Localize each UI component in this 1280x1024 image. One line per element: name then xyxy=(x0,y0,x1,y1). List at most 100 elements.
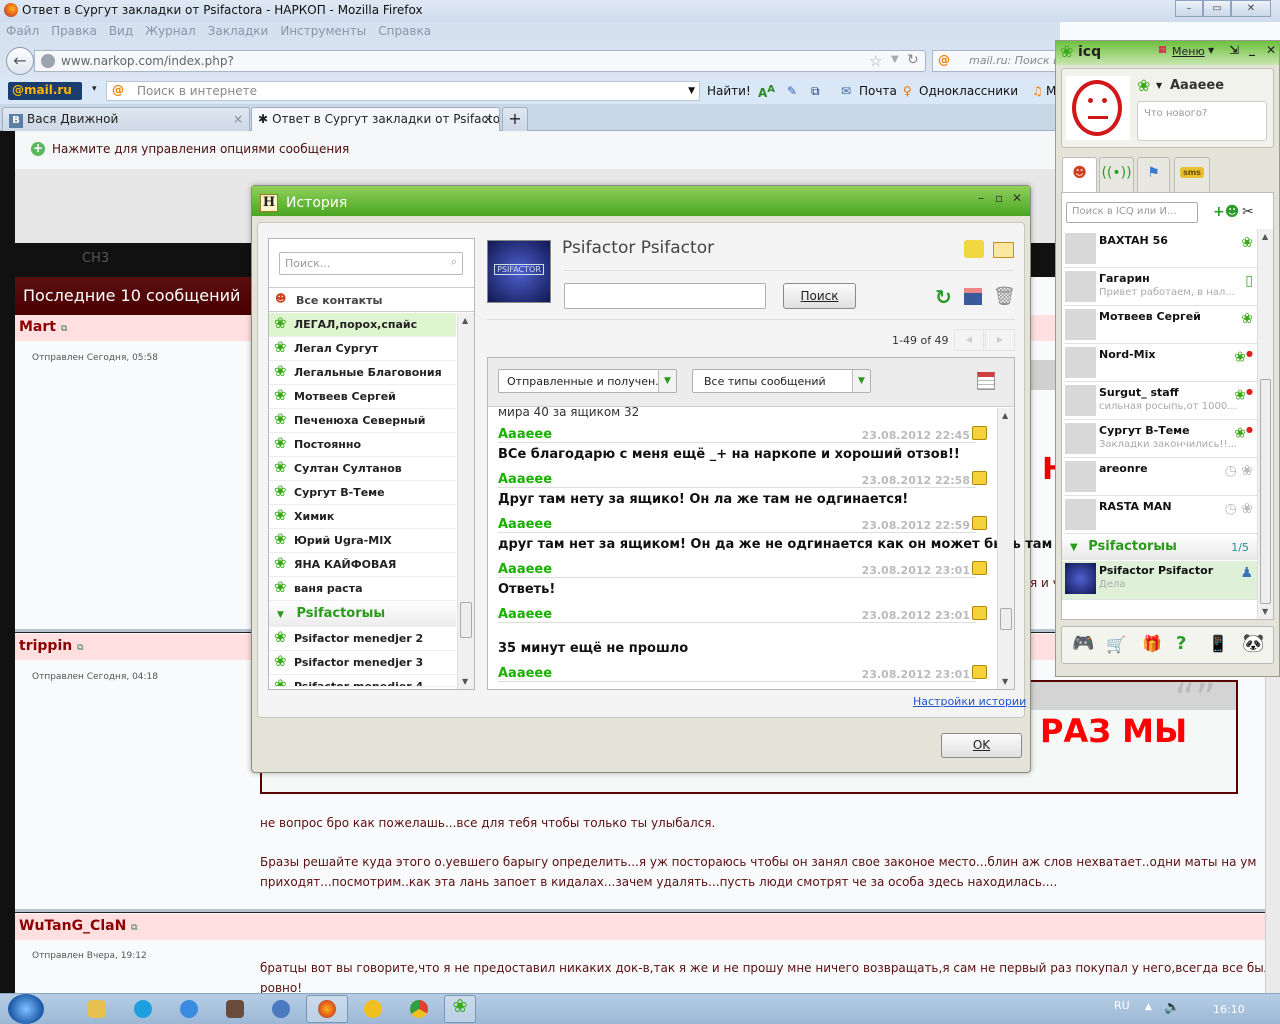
tools-icon[interactable]: ✂ xyxy=(1242,204,1254,220)
icq-group-header[interactable]: ▼ Psifactorыы 1/5 xyxy=(1062,535,1257,560)
odnoklassniki-link[interactable]: Одноклассники xyxy=(919,84,1018,98)
icq-contact-item[interactable]: areonre ◷ ❀ xyxy=(1064,459,1257,496)
game-icon[interactable] xyxy=(226,1000,244,1018)
bookmark-star-icon[interactable]: ☆ xyxy=(869,52,882,70)
dialog-close-button[interactable]: ✕ xyxy=(1012,191,1022,205)
icq-contact-item[interactable]: RASTA MAN ◷ ❀ xyxy=(1064,497,1257,534)
tab-narkop[interactable]: ✱ Ответ в Сургут закладки от Psifactor...… xyxy=(251,107,500,131)
icq-titlebar[interactable]: ❀ icq ▦ Меню ▼ ⇲ _ ✕ xyxy=(1056,41,1279,65)
message-scrollbar[interactable]: ▲ ▼ xyxy=(997,408,1014,689)
menu-history[interactable]: Журнал xyxy=(145,24,196,38)
all-contacts-item[interactable]: ☻ Все контакты xyxy=(269,287,474,312)
skype-icon[interactable] xyxy=(134,1000,152,1018)
language-indicator[interactable]: RU xyxy=(1114,999,1130,1012)
calendar-icon[interactable] xyxy=(977,372,995,390)
new-tab-button[interactable]: + xyxy=(502,107,528,131)
url-bar[interactable]: www.narkop.com/index.php? ☆ ▼ ↻ xyxy=(34,50,926,72)
history-contact-item[interactable]: ❀ Юрий Ugra-MIX xyxy=(269,529,456,553)
tab-close-icon[interactable]: × xyxy=(233,112,243,126)
icq-contact-selected[interactable]: Psifactor Psifactor Дела ♟ xyxy=(1062,561,1257,600)
kmplayer-icon[interactable] xyxy=(364,1000,382,1018)
history-contact-item[interactable]: ❀ ЛЕГАЛ,порох,спайс xyxy=(269,313,456,337)
font-size-icon[interactable]: AA xyxy=(758,84,775,100)
back-button[interactable]: ← xyxy=(6,47,34,75)
tab-contacts[interactable]: ☻ xyxy=(1062,157,1097,193)
help-icon[interactable]: ? xyxy=(1176,633,1186,654)
mailru-search-dropdown-icon[interactable]: ▼ xyxy=(688,86,695,96)
history-contact-item[interactable]: ❀ Султан Султанов xyxy=(269,457,456,481)
menu-view[interactable]: Вид xyxy=(109,24,133,38)
gift-icon[interactable]: 🎁 xyxy=(1142,634,1162,653)
find-button[interactable]: Найти! xyxy=(707,84,751,98)
tab-live[interactable]: ((•)) xyxy=(1099,157,1134,192)
start-button[interactable] xyxy=(8,994,44,1024)
tab-sms[interactable]: sms xyxy=(1174,157,1210,192)
panda-icon[interactable]: 🐼 xyxy=(1242,633,1264,654)
page-search-icon[interactable]: ⧉ xyxy=(811,84,820,99)
contact-search-input[interactable]: Поиск... ⌕ xyxy=(279,252,463,275)
history-contact-item[interactable]: ❀ Мотвеев Сергей xyxy=(269,385,456,409)
history-group-header[interactable]: ▼ Psifactorыы xyxy=(269,601,456,627)
history-contact-item[interactable]: ❀ Psifactor menedjer 4 xyxy=(269,675,456,687)
clipboard-icon[interactable] xyxy=(972,665,987,679)
history-contact-item[interactable]: ❀ Постоянно xyxy=(269,433,456,457)
minimize-button[interactable]: – xyxy=(1175,0,1203,17)
history-contact-item[interactable]: ❀ Легальные Благовония xyxy=(269,361,456,385)
ie-icon[interactable] xyxy=(180,1000,198,1018)
history-contact-item[interactable]: ❀ Легал Сургут xyxy=(269,337,456,361)
post-user-link[interactable]: Mart ⧉ xyxy=(19,319,67,335)
history-search-input[interactable] xyxy=(564,283,766,309)
icq-dock-button[interactable]: ⇲ xyxy=(1229,43,1239,57)
contact-card-icon[interactable] xyxy=(993,242,1014,258)
dialog-minimize-button[interactable]: – xyxy=(978,191,984,205)
icq-contact-item[interactable]: Мотвеев Сергей ❀ xyxy=(1064,307,1257,344)
clipboard-icon[interactable] xyxy=(972,426,987,440)
mail-agent-icon[interactable] xyxy=(272,1000,290,1018)
clipboard-icon[interactable] xyxy=(972,606,987,620)
firefox-task[interactable] xyxy=(306,995,348,1023)
clipboard-icon[interactable] xyxy=(972,516,987,530)
history-contact-item[interactable]: ❀ Печенюха Северный xyxy=(269,409,456,433)
status-flower-icon[interactable]: ❀ xyxy=(1137,76,1150,95)
add-contact-icon[interactable]: +☻ xyxy=(1213,204,1239,220)
save-icon[interactable] xyxy=(964,288,982,305)
menu-tools[interactable]: Инструменты xyxy=(280,24,366,38)
notes-icon[interactable] xyxy=(964,240,984,258)
icq-contact-item[interactable]: Сургут В-Теме Закладки закончились!!... ❀● xyxy=(1064,421,1257,458)
icq-contact-item[interactable]: Nord-Mix ❀● xyxy=(1064,345,1257,382)
icq-close-button[interactable]: ✕ xyxy=(1266,43,1276,57)
maximize-button[interactable]: ▭ xyxy=(1203,0,1231,17)
next-page-button[interactable]: ▶ xyxy=(985,329,1015,351)
post-user-link[interactable]: trippin ⧉ xyxy=(19,638,84,654)
post-user-link[interactable]: WuTanG_ClaN ⧉ xyxy=(19,918,138,934)
tray-expand-icon[interactable]: ▲ xyxy=(1145,1002,1152,1012)
ok-button[interactable]: OK xyxy=(941,733,1022,758)
search-bar[interactable]: @ mail.ru: Поиск в xyxy=(932,50,1060,72)
menu-bookmarks[interactable]: Закладки xyxy=(208,24,269,38)
shop-cart-icon[interactable]: 🛒 xyxy=(1106,635,1126,654)
history-contact-item[interactable]: ❀ Psifactor menedjer 3 xyxy=(269,651,456,675)
menu-edit[interactable]: Правка xyxy=(51,24,97,38)
refresh-icon[interactable]: ↻ xyxy=(935,285,952,309)
tab-vasya[interactable]: B Вася Движной × xyxy=(2,107,250,131)
history-contact-item[interactable]: ❀ ЯНА КАЙФОВАЯ xyxy=(269,553,456,577)
clock[interactable]: 16:10 xyxy=(1213,1003,1245,1016)
icq-search-input[interactable]: Поиск в ICQ или И... xyxy=(1066,202,1198,223)
chrome-icon[interactable] xyxy=(410,1000,428,1018)
mailru-search-input[interactable]: @ Поиск в интернете ▼ xyxy=(106,81,700,101)
tab-flag[interactable]: ⚑ xyxy=(1137,157,1170,192)
mobile-icon[interactable]: 📱 xyxy=(1208,634,1228,653)
user-avatar[interactable] xyxy=(1066,76,1130,140)
type-filter-select[interactable]: Все типы сообщений ▼ xyxy=(692,369,871,393)
icq-contact-item[interactable]: BAXTAH 56 ❀ xyxy=(1064,231,1257,268)
close-button[interactable]: ✕ xyxy=(1231,0,1271,17)
mail-link[interactable]: Почта xyxy=(859,84,897,98)
history-contact-item[interactable]: ❀ Psifactor menedjer 2 xyxy=(269,627,456,651)
history-contact-item[interactable]: ❀ Химик xyxy=(269,505,456,529)
direction-filter-select[interactable]: Отправленные и получен... ▼ xyxy=(498,369,677,393)
icq-contact-item[interactable]: Гагарин Привет работаем, в нал... ▯ xyxy=(1064,269,1257,306)
status-dropdown-icon[interactable]: ▼ xyxy=(1156,81,1162,90)
history-settings-link[interactable]: Настройки истории xyxy=(913,695,1026,708)
dialog-maximize-button[interactable]: ▫ xyxy=(995,191,1003,205)
clipboard-icon[interactable] xyxy=(972,561,987,575)
